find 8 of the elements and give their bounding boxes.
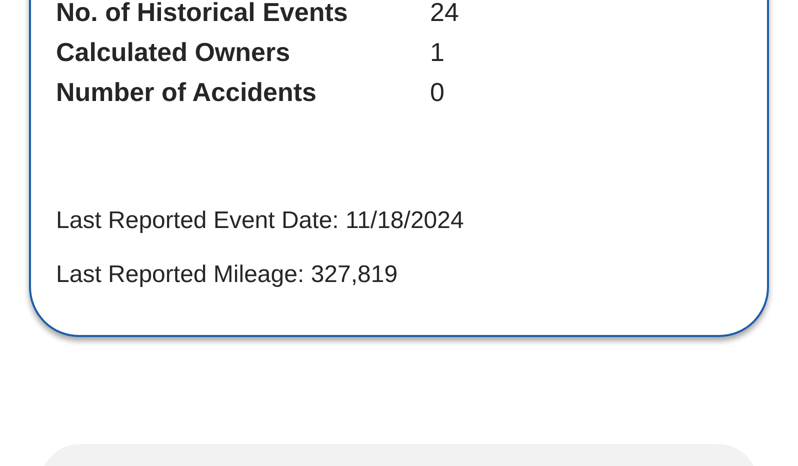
row-value: 24 bbox=[430, 0, 459, 28]
row-label: No. of Historical Events bbox=[56, 0, 349, 28]
row-value: 1 bbox=[430, 36, 444, 68]
last-event-date: Last Reported Event Date: 11/18/2024 bbox=[56, 206, 465, 236]
row-value: 0 bbox=[430, 76, 444, 108]
row-label: Calculated Owners bbox=[56, 36, 292, 68]
last-mileage: Last Reported Mileage: 327,819 bbox=[56, 260, 399, 290]
row-label: Number of Accidents bbox=[56, 76, 318, 108]
